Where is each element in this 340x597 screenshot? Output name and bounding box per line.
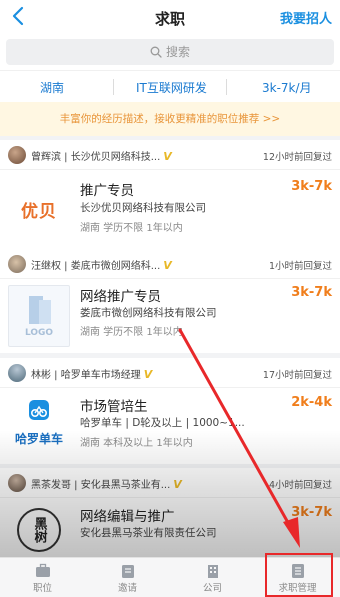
job-salary: 2k-4k xyxy=(291,395,332,410)
tab-invitations-label: 邀请 xyxy=(117,583,137,594)
tab-jobs[interactable]: 职位 xyxy=(0,560,85,597)
avatar xyxy=(8,364,26,382)
company-logo: LOGO xyxy=(8,285,70,347)
company-logo: 优贝 xyxy=(8,178,70,240)
job-title: 推广专员 xyxy=(80,183,134,199)
briefcase-icon xyxy=(35,563,50,577)
avatar xyxy=(8,474,26,492)
annotation-highlight-box xyxy=(265,553,333,597)
company-logo-text: LOGO xyxy=(24,328,54,338)
job-card[interactable]: 林彬 | 哈罗单车市场经理 V 17小时前回复过 哈罗单车 市场管培生 2k-4k… xyxy=(0,358,340,464)
building-icon xyxy=(207,565,218,578)
job-card[interactable]: 汪继权 | 娄底市微创网络科... V 1小时前回复过 LOGO 网络推广专员 3… xyxy=(0,249,340,353)
job-card[interactable]: 黑茶发哥 | 安化县黑马茶业有... V 4小时前回复过 黑树 网络编辑与推广 3… xyxy=(0,468,340,557)
company-name: 娄底市微创网络科技有限公司 xyxy=(80,307,217,319)
recruit-link[interactable]: 我要招人 xyxy=(280,8,332,27)
search-icon xyxy=(150,46,162,58)
tab-companies-label: 公司 xyxy=(202,583,222,594)
avatar xyxy=(8,255,26,273)
verified-badge: V xyxy=(163,150,172,163)
search-input[interactable]: 搜索 xyxy=(6,39,334,65)
job-requirements: 湖南 学历不限 1年以内 xyxy=(80,223,183,234)
last-active-time: 12小时前回复过 xyxy=(262,152,332,163)
company-name: 安化县黑马茶业有限责任公司 xyxy=(80,527,217,539)
search-placeholder: 搜索 xyxy=(165,45,190,59)
company-logo-text: 优贝 xyxy=(21,201,57,222)
job-card[interactable]: 曾辉滨 | 长沙优贝网络科技... V 12小时前回复过 优贝 推广专员 3k-7… xyxy=(0,140,340,251)
recruiter-row: 汪继权 | 娄底市微创网络科... V 1小时前回复过 xyxy=(0,249,340,279)
building-placeholder-icon xyxy=(29,296,51,324)
filter-divider xyxy=(226,79,227,95)
job-requirements: 湖南 学历不限 1年以内 xyxy=(80,327,183,338)
recruiter-row: 林彬 | 哈罗单车市场经理 V 17小时前回复过 xyxy=(0,358,340,388)
profile-tip-banner[interactable]: 丰富你的经历描述，接收更精准的职位推荐 >> xyxy=(0,102,340,136)
recruiter-name: 曾辉滨 | 长沙优贝网络科技... xyxy=(31,152,161,163)
recruiter-name: 黑茶发哥 | 安化县黑马茶业有... xyxy=(31,480,171,491)
verified-badge: V xyxy=(143,368,153,381)
company-name: 长沙优贝网络科技有限公司 xyxy=(80,202,206,214)
company-logo-text: 黑树 xyxy=(31,516,47,543)
last-active-time: 17小时前回复过 xyxy=(262,370,332,381)
tea-logo-circle: 黑树 xyxy=(17,507,61,552)
tab-jobs-label: 职位 xyxy=(32,583,52,594)
filter-bar: 湖南 IT互联网研发 3k-7k/月 xyxy=(0,70,340,102)
filter-industry[interactable]: IT互联网研发 xyxy=(136,79,207,96)
tab-companies[interactable]: 公司 xyxy=(170,560,255,597)
verified-badge: V xyxy=(173,478,182,491)
recruiter-row: 曾辉滨 | 长沙优贝网络科技... V 12小时前回复过 xyxy=(0,140,340,170)
filter-salary[interactable]: 3k-7k/月 xyxy=(262,79,312,96)
job-requirements: 湖南 本科及以上 1年以内 xyxy=(80,438,193,449)
invitation-icon xyxy=(121,565,134,578)
job-title: 网络编辑与推广 xyxy=(80,509,175,525)
recruiter-row: 黑茶发哥 | 安化县黑马茶业有... V 4小时前回复过 xyxy=(0,468,340,498)
job-salary: 3k-7k xyxy=(291,285,332,300)
job-title: 市场管培生 xyxy=(80,399,148,415)
company-logo: 哈罗单车 xyxy=(8,394,70,456)
tab-invitations[interactable]: 邀请 xyxy=(85,560,170,597)
company-logo-text: 哈罗单车 xyxy=(14,432,63,446)
job-salary: 3k-7k xyxy=(291,179,332,194)
top-navigation-bar: 求职 我要招人 xyxy=(0,0,340,34)
filter-location[interactable]: 湖南 xyxy=(40,79,64,96)
avatar xyxy=(8,146,26,164)
company-logo: 黑树 xyxy=(8,502,70,557)
last-active-time: 4小时前回复过 xyxy=(268,480,332,491)
job-title: 网络推广专员 xyxy=(80,289,161,305)
verified-badge: V xyxy=(163,259,172,272)
recruiter-name: 林彬 | 哈罗单车市场经理 xyxy=(31,370,141,381)
recruiter-name: 汪继权 | 娄底市微创网络科... xyxy=(31,261,161,272)
company-name: 哈罗单车 | D轮及以上 | 1000~1... xyxy=(80,417,245,429)
job-salary: 3k-7k xyxy=(291,505,332,520)
search-bar-container: 搜索 xyxy=(0,34,340,70)
last-active-time: 1小时前回复过 xyxy=(268,261,332,272)
filter-divider xyxy=(113,79,114,95)
